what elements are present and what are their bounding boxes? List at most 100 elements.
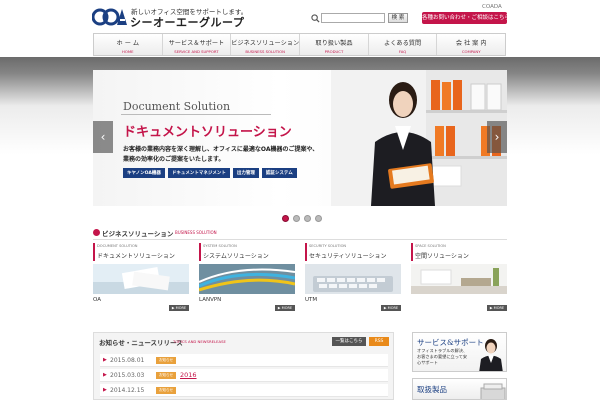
support-person-image	[479, 339, 503, 371]
news-list-button[interactable]: 一覧はこちら	[332, 337, 366, 346]
nav-business-solution[interactable]: ビジネスソリューション BUSINESS SOLUTION	[231, 34, 301, 55]
hero-description: 業務の効率化のご提案をいたします。	[123, 156, 225, 163]
news-date: 2015.08.01	[110, 357, 145, 364]
main-nav-wrap: ホ ー ム HOME サービス＆サポート SERVICE AND SUPPORT ビ…	[0, 33, 600, 57]
slider-dot[interactable]	[304, 215, 311, 222]
card-title: セキュリティソリューション	[309, 253, 387, 260]
nav-label: 取り扱い製品	[315, 40, 353, 47]
card-title: システムソリューション	[203, 253, 269, 260]
section-subtitle: BUSINESS SOLUTION	[175, 230, 217, 235]
card-accent	[305, 243, 307, 261]
product-image	[480, 383, 506, 399]
search-button[interactable]: 検 索	[388, 13, 408, 23]
news-panel: お知らせ・ニュースリリース TOPICS AND NEWSRELEASE 一覧は…	[93, 332, 394, 400]
nav-sublabel: HOME	[122, 49, 134, 54]
slider-dot[interactable]	[315, 215, 322, 222]
hero-title-en: Document Solution	[123, 100, 231, 113]
news-item[interactable]: ▶ 2014.12.15 お知らせ	[100, 384, 388, 397]
card-accent	[411, 243, 413, 261]
hero-title: ドキュメントソリューション	[123, 125, 292, 140]
nav-sublabel: FAQ	[398, 49, 407, 54]
search-input[interactable]	[321, 13, 385, 23]
card-en-label: SYSTEM SOLUTION	[203, 244, 237, 248]
contact-button[interactable]: 各種お問い合わせ・ご相談はこちら	[422, 12, 510, 24]
nav-label: ビジネスソリューション	[231, 40, 300, 47]
news-item[interactable]: ▶ 2015.08.01 お知らせ	[100, 354, 388, 367]
card-caption: LANVPN	[199, 297, 222, 303]
hero-chips: キヤノンOA機器 ドキュメントマネジメント 出力管理 認証システム	[123, 168, 297, 178]
nav-sublabel: PRODUCT	[324, 49, 344, 54]
hero-photo	[331, 70, 507, 206]
news-header: お知らせ・ニュースリリース TOPICS AND NEWSRELEASE 一覧は…	[94, 333, 393, 349]
card-en-label: SECURITY SOLUTION	[309, 244, 347, 248]
brand-name[interactable]: シーオーエーグループ	[130, 14, 244, 30]
solution-card-security[interactable]: SECURITY SOLUTION セキュリティソリューション UTM ▶ MO…	[305, 243, 401, 313]
hero-chip[interactable]: 出力管理	[232, 168, 259, 178]
slider-dot[interactable]	[282, 215, 289, 222]
slider-prev-button[interactable]: ‹	[93, 121, 113, 153]
service-support-banner[interactable]: サービス&サポート オフィストラブルの解決、お客さまの要望に立って安心サポート	[412, 332, 507, 372]
more-button[interactable]: ▶ MORE	[381, 305, 401, 311]
news-badge: お知らせ	[156, 357, 176, 364]
card-en-label: DOCUMENT SOLUTION	[97, 244, 138, 248]
news-badge: お知らせ	[156, 372, 176, 379]
hero-chip[interactable]: 認証システム	[261, 168, 297, 178]
section-divider	[93, 239, 507, 240]
news-badge: お知らせ	[156, 387, 176, 394]
site-header: 新しいオフィス空間をサポートします。 シーオーエーグループ COADA 検 索 …	[0, 0, 600, 33]
news-subtitle: TOPICS AND NEWSRELEASE	[173, 339, 226, 344]
nav-label: ホ ー ム	[116, 40, 140, 47]
more-button[interactable]: ▶ MORE	[169, 305, 189, 311]
section-title: ビジネスソリューション	[102, 230, 174, 238]
nav-sublabel: BUSINESS SOLUTION	[245, 49, 285, 54]
nav-product[interactable]: 取り扱い製品 PRODUCT	[300, 34, 369, 55]
main-nav: ホ ー ム HOME サービス＆サポート SERVICE AND SUPPORT ビ…	[93, 33, 506, 56]
news-item[interactable]: ▶ 2015.03.03 お知らせ 2016	[100, 369, 388, 382]
solution-card-space[interactable]: SPACE SOLUTION 空間ソリューション ▶ MORE	[411, 243, 507, 313]
hero-divider	[121, 114, 271, 115]
business-section-header: ビジネスソリューション BUSINESS SOLUTION	[93, 228, 507, 238]
more-button[interactable]: ▶ MORE	[275, 305, 295, 311]
nav-service-support[interactable]: サービス＆サポート SERVICE AND SUPPORT	[163, 34, 232, 55]
card-image	[93, 264, 189, 294]
card-title: ドキュメントソリューション	[97, 253, 175, 260]
arrow-right-icon: ▶	[103, 387, 107, 393]
news-date: 2015.03.03	[110, 372, 145, 379]
nav-label: 会 社 案 内	[455, 40, 487, 47]
coa-logo-icon[interactable]	[92, 7, 128, 27]
nav-label: よくある質問	[384, 40, 422, 47]
solution-card-document[interactable]: DOCUMENT SOLUTION ドキュメントソリューション OA ▶ MOR…	[93, 243, 189, 313]
hero-chip[interactable]: キヤノンOA機器	[123, 168, 165, 178]
card-image	[305, 264, 401, 294]
card-caption: OA	[93, 297, 101, 303]
search-icon	[311, 14, 320, 23]
card-caption: UTM	[305, 297, 318, 303]
products-banner[interactable]: 取扱製品	[412, 378, 507, 400]
more-button[interactable]: ▶ MORE	[487, 305, 507, 311]
nav-label: サービス＆サポート	[168, 40, 225, 47]
card-en-label: SPACE SOLUTION	[415, 244, 446, 248]
news-link[interactable]: 2016	[180, 371, 197, 379]
banner-description: オフィストラブルの解決、お客さまの要望に立って安心サポート	[417, 348, 468, 365]
card-image	[199, 264, 295, 294]
arrow-right-icon: ▶	[103, 357, 107, 363]
nav-sublabel: SERVICE AND SUPPORT	[174, 49, 219, 54]
coada-link[interactable]: COADA	[482, 4, 502, 10]
slider-pagination	[282, 215, 322, 222]
nav-sublabel: COMPANY	[461, 49, 481, 54]
nav-company[interactable]: 会 社 案 内 COMPANY	[437, 34, 505, 55]
hero-description: お客様の業務内容を深く理解し、オフィスに最適なOA機器のご提案や、	[123, 146, 319, 153]
slider-dot[interactable]	[293, 215, 300, 222]
news-title: お知らせ・ニュースリリース	[99, 339, 183, 347]
nav-home[interactable]: ホ ー ム HOME	[94, 34, 163, 55]
card-title: 空間ソリューション	[415, 253, 469, 260]
slider-next-button[interactable]: ›	[487, 121, 507, 153]
nav-faq[interactable]: よくある質問 FAQ	[369, 34, 438, 55]
rss-button[interactable]: RSS	[369, 337, 389, 346]
solution-card-system[interactable]: SYSTEM SOLUTION システムソリューション LANVPN ▶ MOR…	[199, 243, 295, 313]
hero-slider[interactable]: Document Solution ドキュメントソリューション お客様の業務内容…	[93, 70, 507, 206]
card-accent	[93, 243, 95, 261]
hero-chip[interactable]: ドキュメントマネジメント	[167, 168, 230, 178]
news-date: 2014.12.15	[110, 387, 145, 394]
bullet-icon	[93, 229, 100, 236]
